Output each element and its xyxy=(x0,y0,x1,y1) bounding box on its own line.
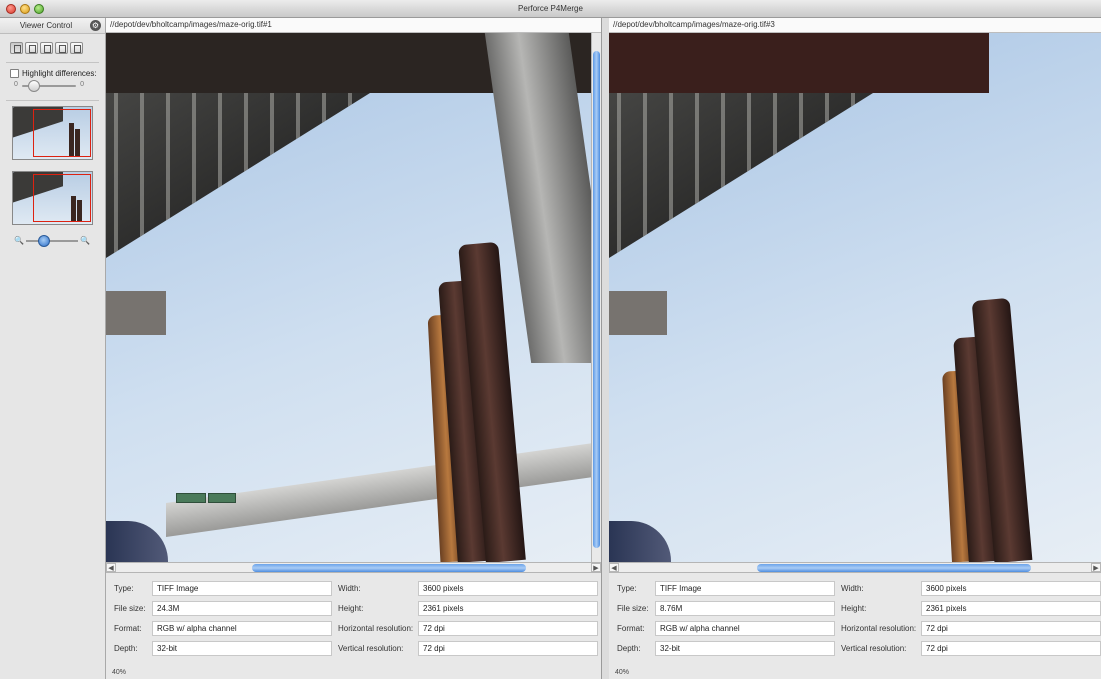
right-file-path: //depot/dev/bholtcamp/images/maze-orig.t… xyxy=(609,18,1101,33)
viewport-frame[interactable] xyxy=(33,174,91,222)
highlight-threshold-slider[interactable]: 0 0 xyxy=(14,80,84,92)
image-pier-cap xyxy=(106,291,166,335)
vertical-resolution-value: 72 dpi xyxy=(418,641,598,656)
divider xyxy=(6,100,99,101)
highlight-differences-label: Highlight differences: xyxy=(22,69,97,78)
zoom-in-icon[interactable]: 🔍 xyxy=(80,236,90,245)
viewer-control-title: Viewer Control xyxy=(19,21,73,30)
left-image-thumbnail[interactable] xyxy=(12,106,93,160)
type-value: TIFF Image xyxy=(152,581,332,596)
vertical-scroll-thumb[interactable] xyxy=(593,51,600,548)
vertical-resolution-value: 72 dpi xyxy=(921,641,1101,656)
right-file-info: Type: TIFF Image Width: 3600 pixels File… xyxy=(609,573,1101,656)
type-label: Type: xyxy=(617,584,637,593)
split-layout-button[interactable] xyxy=(40,42,53,54)
height-label: Height: xyxy=(338,604,364,613)
left-horizontal-scrollbar[interactable]: ◀ ▶ xyxy=(106,562,601,573)
file-size-value: 8.76M xyxy=(655,601,835,616)
left-vertical-scrollbar[interactable] xyxy=(591,33,601,562)
file-size-value: 24.3M xyxy=(152,601,332,616)
right-image-viewer[interactable] xyxy=(609,33,1101,562)
image-bridge-edge xyxy=(609,33,989,93)
left-file-path: //depot/dev/bholtcamp/images/maze-orig.t… xyxy=(106,18,601,33)
vertical-resolution-label: Vertical resolution: xyxy=(338,644,404,653)
horizontal-resolution-label: Horizontal resolution: xyxy=(338,624,414,633)
scroll-left-arrow[interactable]: ◀ xyxy=(106,563,116,572)
layout-toolbar xyxy=(0,34,105,54)
left-file-pane: //depot/dev/bholtcamp/images/maze-orig.t… xyxy=(106,18,602,679)
scroll-right-arrow[interactable]: ▶ xyxy=(1091,563,1101,572)
left-image-viewer[interactable] xyxy=(106,33,601,562)
zoom-percentage: 40% xyxy=(615,669,630,676)
image-pier-cap xyxy=(609,291,667,335)
horizontal-resolution-label: Horizontal resolution: xyxy=(841,624,917,633)
highlight-differences-row: Highlight differences: xyxy=(0,63,105,78)
highlight-differences-checkbox[interactable] xyxy=(10,69,19,78)
scroll-left-arrow[interactable]: ◀ xyxy=(609,563,619,572)
type-value: TIFF Image xyxy=(655,581,835,596)
scroll-right-arrow[interactable]: ▶ xyxy=(591,563,601,572)
file-size-label: File size: xyxy=(617,604,649,613)
height-value: 2361 pixels xyxy=(418,601,598,616)
file-size-label: File size: xyxy=(114,604,146,613)
vertical-resolution-label: Vertical resolution: xyxy=(841,644,907,653)
image-highway-sign xyxy=(176,493,206,503)
width-value: 3600 pixels xyxy=(418,581,598,596)
depth-value: 32-bit xyxy=(152,641,332,656)
horizontal-scroll-thumb[interactable] xyxy=(757,564,1031,572)
side-by-side-layout-button[interactable] xyxy=(10,42,23,54)
single-right-layout-button[interactable] xyxy=(70,42,83,54)
viewer-control-header: Viewer Control ⚙ xyxy=(0,18,105,34)
right-horizontal-scrollbar[interactable]: ◀ ▶ xyxy=(609,562,1101,573)
depth-value: 32-bit xyxy=(655,641,835,656)
format-value: RGB w/ alpha channel xyxy=(152,621,332,636)
height-label: Height: xyxy=(841,604,867,613)
left-file-info: Type: TIFF Image Width: 3600 pixels File… xyxy=(106,573,601,656)
width-label: Width: xyxy=(338,584,361,593)
zoom-out-icon[interactable]: 🔍 xyxy=(14,236,24,245)
slider-min-label: 0 xyxy=(14,81,18,88)
window-title: Perforce P4Merge xyxy=(518,4,583,13)
slider-knob[interactable] xyxy=(27,80,40,92)
zoom-slider[interactable]: 🔍 🔍 xyxy=(14,235,90,247)
format-label: Format: xyxy=(617,624,645,633)
zoom-knob[interactable] xyxy=(38,235,50,247)
title-bar: Perforce P4Merge xyxy=(0,0,1101,18)
horizontal-resolution-value: 72 dpi xyxy=(921,621,1101,636)
single-left-layout-button[interactable] xyxy=(55,42,68,54)
horizontal-resolution-value: 72 dpi xyxy=(418,621,598,636)
gear-icon[interactable]: ⚙ xyxy=(90,20,101,31)
zoom-track xyxy=(26,240,78,242)
width-value: 3600 pixels xyxy=(921,581,1101,596)
viewer-control-panel: Viewer Control ⚙ Highlight differences: … xyxy=(0,18,106,679)
image-highway-sign xyxy=(208,493,236,503)
format-label: Format: xyxy=(114,624,142,633)
right-image-thumbnail[interactable] xyxy=(12,171,93,225)
zoom-percentage: 40% xyxy=(112,669,127,676)
slider-max-label: 0 xyxy=(80,81,84,88)
depth-label: Depth: xyxy=(617,644,641,653)
overlay-layout-button[interactable] xyxy=(25,42,38,54)
height-value: 2361 pixels xyxy=(921,601,1101,616)
format-value: RGB w/ alpha channel xyxy=(655,621,835,636)
horizontal-scroll-thumb[interactable] xyxy=(252,564,526,572)
type-label: Type: xyxy=(114,584,134,593)
right-file-pane: //depot/dev/bholtcamp/images/maze-orig.t… xyxy=(609,18,1101,679)
width-label: Width: xyxy=(841,584,864,593)
viewport-frame[interactable] xyxy=(33,109,91,157)
depth-label: Depth: xyxy=(114,644,138,653)
